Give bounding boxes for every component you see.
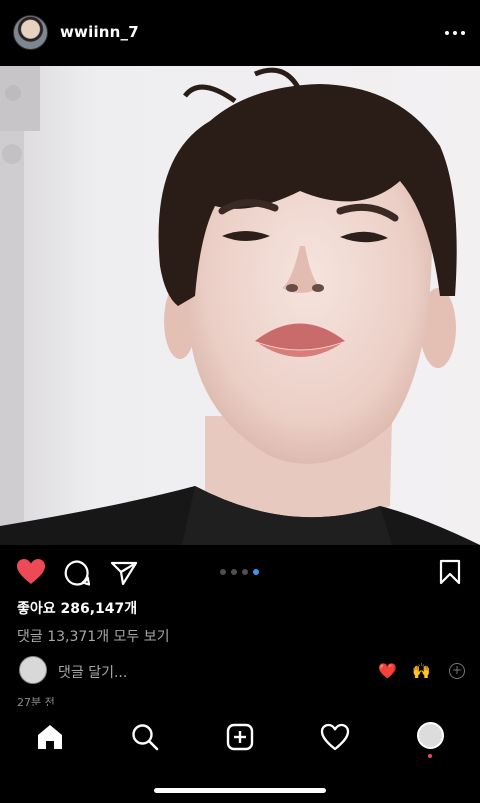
more-reactions-icon[interactable]: + — [449, 663, 465, 679]
author-avatar[interactable] — [13, 15, 48, 50]
more-icon[interactable] — [444, 24, 466, 42]
carousel-dot — [242, 569, 248, 575]
share-icon[interactable] — [110, 560, 138, 586]
quick-reaction-heart[interactable]: ❤️ — [378, 662, 397, 680]
bottom-tab-bar — [0, 706, 480, 803]
notification-dot — [428, 754, 432, 758]
search-icon[interactable] — [130, 722, 160, 752]
activity-icon[interactable] — [320, 722, 350, 752]
carousel-dot — [220, 569, 226, 575]
bookmark-icon[interactable] — [439, 559, 461, 585]
comment-bar: 댓글 달기... ❤️ 🙌 + — [0, 652, 480, 690]
comment-icon[interactable] — [63, 559, 91, 587]
post-photo[interactable] — [0, 66, 480, 545]
add-icon[interactable] — [225, 722, 255, 752]
view-all-comments-link[interactable]: 댓글 13,371개 모두 보기 — [17, 626, 170, 646]
my-avatar — [19, 656, 47, 684]
author-username[interactable]: wwiinn_7 — [60, 23, 139, 41]
selfie-image — [0, 66, 480, 545]
carousel-dot — [231, 569, 237, 575]
home-indicator — [154, 788, 326, 793]
carousel-dot — [253, 569, 259, 575]
quick-reaction-raised-hands[interactable]: 🙌 — [412, 662, 431, 680]
heart-icon[interactable] — [16, 558, 46, 586]
post-header: wwiinn_7 — [0, 0, 480, 66]
profile-icon[interactable] — [417, 722, 444, 749]
comment-input[interactable]: 댓글 달기... — [58, 662, 127, 682]
likes-count[interactable]: 좋아요 286,147개 — [17, 598, 137, 618]
post-actions — [0, 552, 480, 592]
home-icon[interactable] — [35, 722, 65, 752]
